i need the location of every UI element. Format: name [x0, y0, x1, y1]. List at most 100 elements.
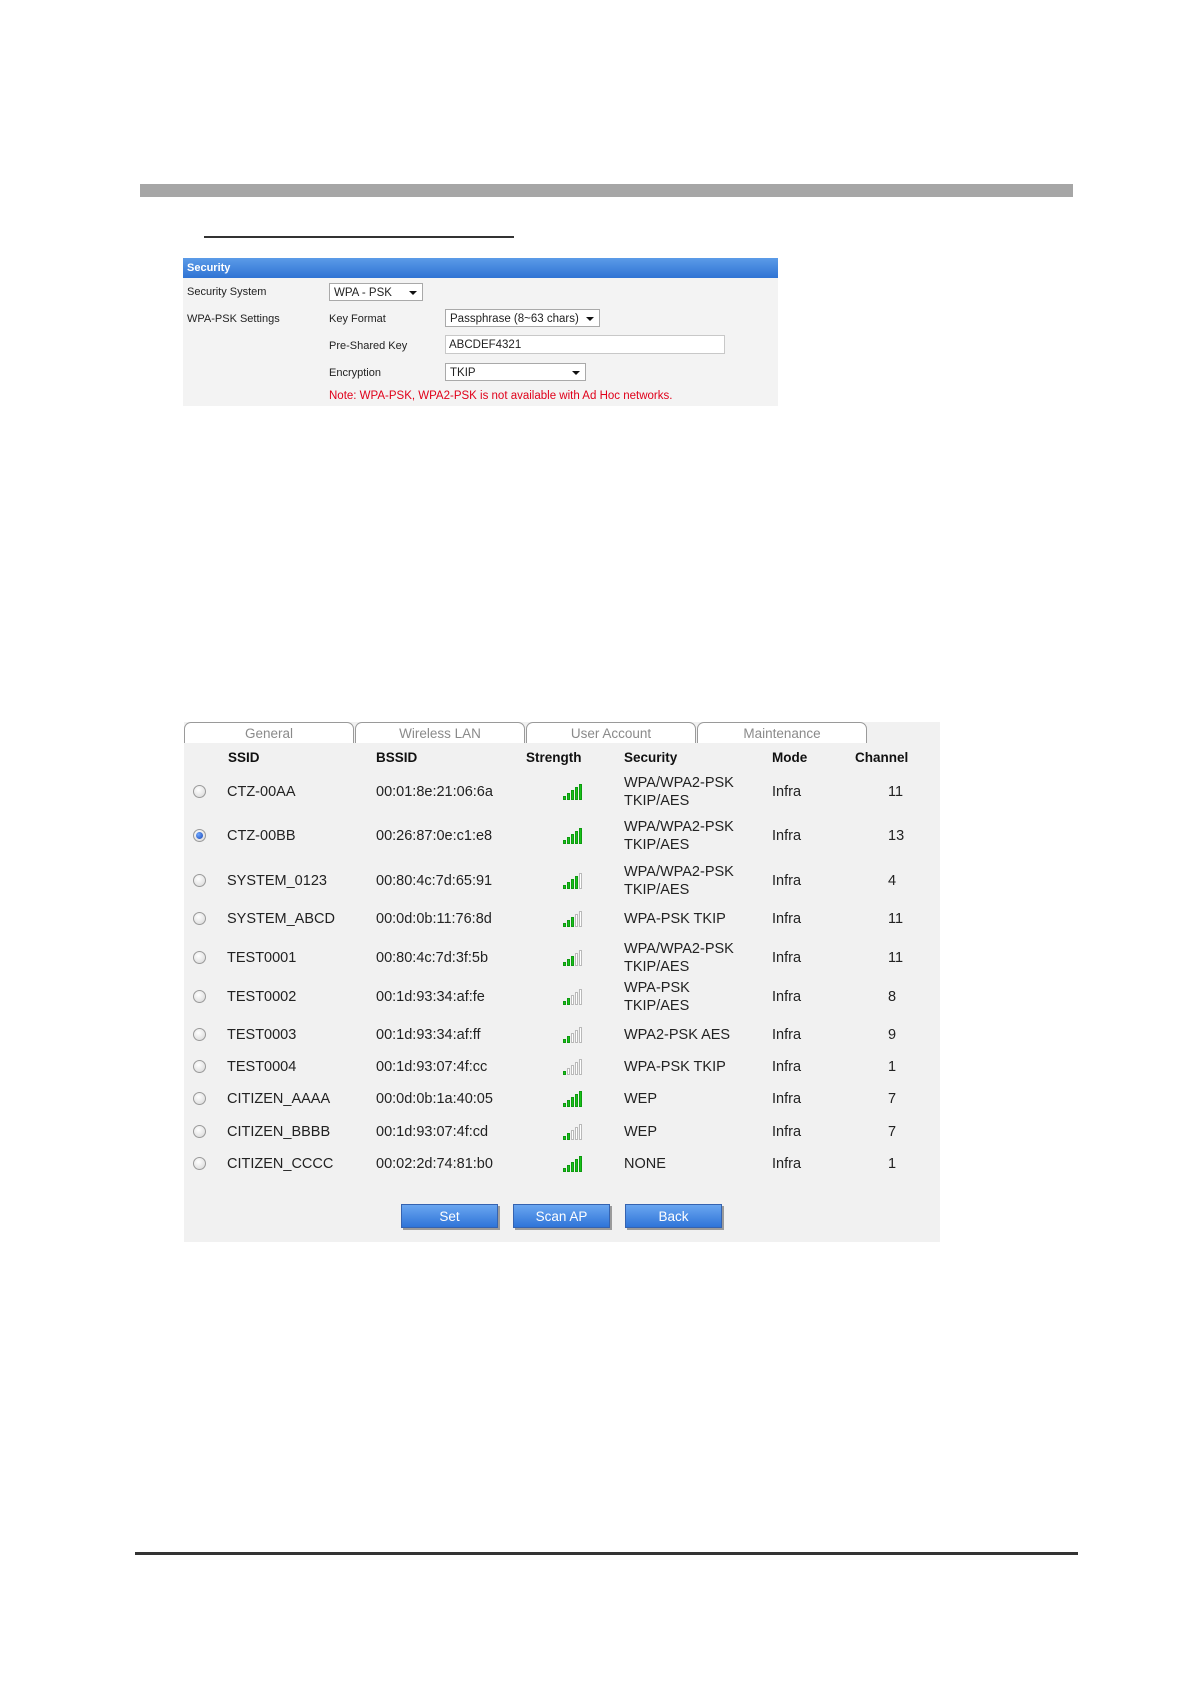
security-system-value: WPA - PSK	[334, 287, 392, 299]
key-format-select[interactable]: Passphrase (8~63 chars)	[445, 309, 600, 327]
chevron-down-icon	[409, 291, 417, 295]
ap-mode: Infra	[772, 1124, 802, 1140]
ap-channel: 1	[888, 1059, 897, 1075]
ap-select-radio[interactable]	[193, 785, 206, 798]
encryption-value: TKIP	[450, 367, 476, 379]
ap-security-line2: TKIP/AES	[624, 882, 690, 898]
ap-channel: 1	[888, 1156, 897, 1172]
security-system-label: Security System	[187, 286, 267, 298]
signal-bar	[571, 995, 574, 1005]
signal-bar	[575, 831, 578, 844]
ap-bssid: 00:1d:93:07:4f:cc	[376, 1059, 488, 1075]
signal-bar	[563, 1001, 566, 1005]
pre-shared-key-label: Pre-Shared Key	[329, 340, 408, 352]
ap-select-radio[interactable]	[193, 990, 206, 1003]
ap-select-radio[interactable]	[193, 1092, 206, 1105]
signal-bar	[567, 837, 570, 844]
signal-bar	[563, 1168, 566, 1172]
tab-user-account[interactable]: User Account	[526, 722, 696, 743]
signal-bar	[579, 989, 582, 1005]
ap-mode: Infra	[772, 784, 802, 800]
ap-mode: Infra	[772, 1156, 802, 1172]
ap-select-radio[interactable]	[193, 1157, 206, 1170]
signal-bar	[579, 911, 582, 927]
column-header-ssid: SSID	[228, 750, 260, 765]
ap-ssid: TEST0002	[227, 989, 297, 1005]
encryption-select[interactable]: TKIP	[445, 363, 586, 381]
signal-bar	[579, 1027, 582, 1043]
encryption-label: Encryption	[329, 367, 381, 379]
ap-channel: 11	[888, 911, 904, 927]
ap-channel: 9	[888, 1027, 897, 1043]
signal-bar	[567, 1165, 570, 1172]
ap-select-radio[interactable]	[193, 874, 206, 887]
signal-bar	[563, 840, 566, 844]
signal-strength-icon	[563, 911, 583, 927]
signal-bar	[579, 873, 582, 889]
tab-wireless-lan[interactable]: Wireless LAN	[355, 722, 525, 743]
ap-channel: 13	[888, 828, 905, 844]
signal-strength-icon	[563, 1059, 583, 1075]
ap-security: WEP	[624, 1091, 658, 1107]
column-header-mode: Mode	[772, 750, 808, 765]
signal-bar	[563, 1103, 566, 1107]
signal-bar	[575, 787, 578, 800]
signal-bar	[575, 914, 578, 927]
set-button[interactable]: Set	[401, 1204, 498, 1228]
back-button[interactable]: Back	[625, 1204, 722, 1228]
ap-select-radio[interactable]	[193, 1060, 206, 1073]
signal-bar	[575, 953, 578, 966]
signal-bar	[571, 1130, 574, 1140]
security-system-select[interactable]: WPA - PSK	[329, 283, 423, 301]
signal-bar	[571, 879, 574, 889]
signal-bar	[563, 796, 566, 800]
signal-bar	[563, 923, 566, 927]
signal-bar	[567, 882, 570, 889]
ap-ssid: CITIZEN_AAAA	[227, 1091, 331, 1107]
signal-bar	[563, 1039, 566, 1043]
signal-bar	[567, 1068, 570, 1075]
ap-security-line1: WPA/WPA2-PSK	[624, 775, 734, 791]
ap-bssid: 00:26:87:0e:c1:e8	[376, 828, 493, 844]
ap-bssid: 00:01:8e:21:06:6a	[376, 784, 493, 800]
key-format-label: Key Format	[329, 313, 386, 325]
ap-select-radio[interactable]	[193, 829, 206, 842]
section-header-bar	[140, 184, 1073, 197]
ap-select-radio[interactable]	[193, 1125, 206, 1138]
signal-bar	[563, 1071, 566, 1075]
column-header-bssid: BSSID	[376, 750, 418, 765]
signal-bar	[579, 1091, 582, 1107]
ap-channel: 7	[888, 1091, 897, 1107]
signal-bar	[571, 1097, 574, 1107]
signal-bar	[567, 793, 570, 800]
ap-bssid: 00:1d:93:07:4f:cd	[376, 1124, 489, 1140]
signal-bar	[575, 1062, 578, 1075]
ap-bssid: 00:0d:0b:1a:40:05	[376, 1091, 493, 1107]
ap-select-radio[interactable]	[193, 1028, 206, 1041]
signal-bar	[575, 876, 578, 889]
ap-security-line2: TKIP/AES	[624, 837, 690, 853]
wpa-psk-settings-label: WPA-PSK Settings	[187, 313, 280, 325]
pre-shared-key-input[interactable]: ABCDEF4321	[445, 335, 725, 354]
ap-mode: Infra	[772, 1059, 802, 1075]
tab-general[interactable]: General	[184, 722, 354, 743]
column-header-security: Security	[624, 750, 678, 765]
signal-bar	[571, 1162, 574, 1172]
signal-bar	[563, 962, 566, 966]
signal-bar	[571, 790, 574, 800]
signal-bar	[571, 1065, 574, 1075]
signal-bar	[567, 959, 570, 966]
signal-bar	[579, 1156, 582, 1172]
ap-bssid: 00:80:4c:7d:65:91	[376, 873, 493, 889]
ap-select-radio[interactable]	[193, 912, 206, 925]
signal-strength-icon	[563, 950, 583, 966]
ap-select-radio[interactable]	[193, 951, 206, 964]
tab-maintenance[interactable]: Maintenance	[697, 722, 867, 743]
ap-ssid: CITIZEN_CCCC	[227, 1156, 334, 1172]
signal-bar	[575, 1159, 578, 1172]
ap-ssid: CTZ-00AA	[227, 784, 296, 800]
ap-security-line1: WPA-PSK	[624, 980, 690, 996]
ap-ssid: TEST0003	[227, 1027, 297, 1043]
scan-ap-button[interactable]: Scan AP	[513, 1204, 610, 1228]
security-panel: Security Security System WPA - PSK WPA-P…	[183, 258, 778, 406]
